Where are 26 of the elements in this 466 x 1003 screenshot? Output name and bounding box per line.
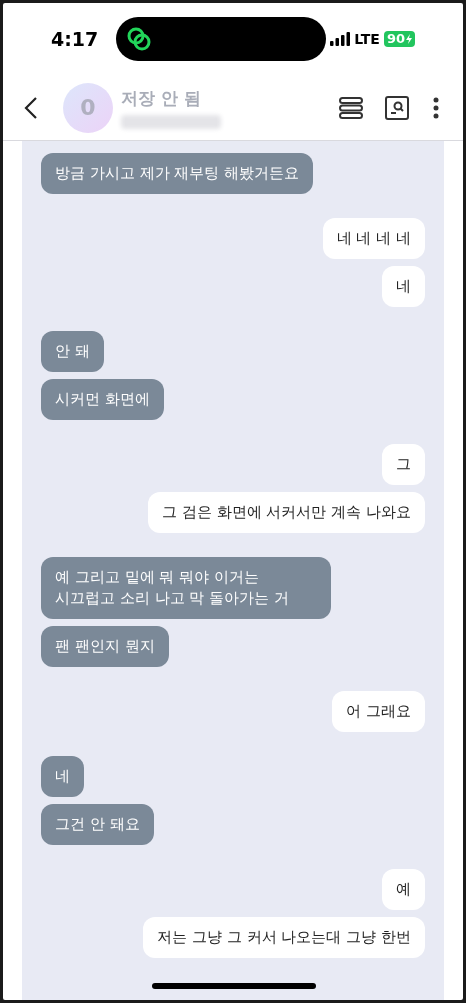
message-bubble: 팬 팬인지 뭔지 <box>41 626 169 667</box>
message-bubble: 그 <box>382 444 425 485</box>
search-icon[interactable] <box>385 95 409 120</box>
message-bubble: 예 그리고 밑에 뭐 뭐야 이거는 시끄럽고 소리 나고 막 돌아가는 거 <box>41 557 331 619</box>
message-bubble: 저는 그냥 그 커서 나오는대 그냥 한번 <box>143 917 425 958</box>
message-bubble: 그건 안 돼요 <box>41 804 154 845</box>
menu-icon[interactable] <box>339 96 363 119</box>
message-bubble: 시커먼 화면에 <box>41 379 164 420</box>
message-bubble: 방금 가시고 제가 재부팅 해봤거든요 <box>41 153 314 194</box>
network-label: LTE <box>354 29 380 49</box>
message-bubble: 예 <box>382 869 425 910</box>
avatar: 0 <box>63 82 113 133</box>
message-bubble: 네 <box>41 756 84 797</box>
message-bubble: 어 그래요 <box>332 691 425 732</box>
message-bubble: 안 돼 <box>41 331 104 372</box>
status-time: 4:17 <box>51 26 100 52</box>
contact-name: 저장 안 됨 <box>121 87 202 111</box>
back-icon[interactable] <box>23 95 39 120</box>
message-bubble: 그 검은 화면에 서커서만 계속 나와요 <box>148 492 425 533</box>
signal-icon <box>330 32 351 46</box>
link-icon <box>125 26 152 52</box>
message-bubble: 네 네 네 네 <box>322 218 425 259</box>
more-icon[interactable] <box>433 96 439 119</box>
charging-icon <box>406 34 412 44</box>
message-bubble: 네 <box>382 266 425 307</box>
battery-indicator: 90 <box>383 31 415 47</box>
